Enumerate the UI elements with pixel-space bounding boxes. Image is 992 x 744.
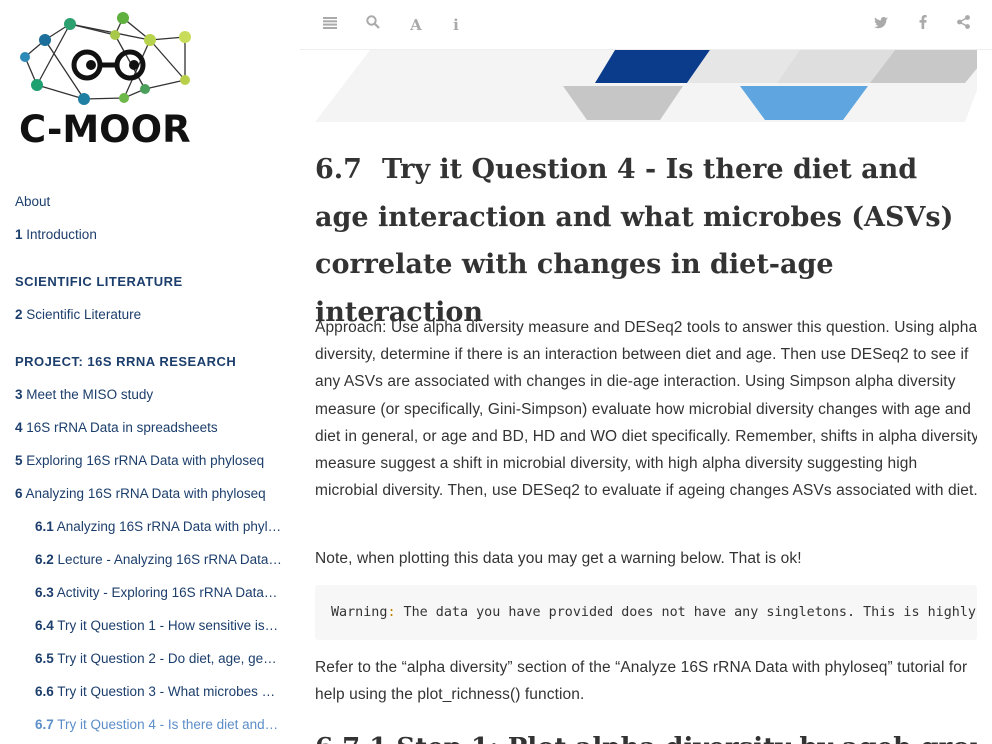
- toc-item-number: 3: [15, 387, 23, 402]
- toc-part-heading: PROJECT: 16S RRNA RESEARCH: [15, 354, 237, 369]
- toc-item-number: 6.5: [35, 651, 54, 666]
- title-text: Try it Question 4 - Is there diet and ag…: [315, 154, 954, 328]
- main-content: 6.7 Try it Question 4 - Is there diet and…: [315, 50, 977, 744]
- toc-item[interactable]: 6.1 Analyzing 16S rRNA Data with phyl…: [15, 517, 287, 550]
- toc-item-label: Try it Question 3 - What microbes …: [57, 684, 276, 699]
- page-title: 6.7 Try it Question 4 - Is there diet and…: [315, 146, 977, 336]
- toc-item-label: Try it Question 4 - Is there diet and…: [57, 717, 279, 732]
- toc-item-label: Exploring 16S rRNA Data with phyloseq: [26, 453, 265, 468]
- toc-item-number: 2: [15, 307, 23, 322]
- toc-item-label: Analyzing 16S rRNA Data with phyl…: [56, 519, 282, 534]
- toc-item-label: Activity - Exploring 16S rRNA Data…: [56, 585, 278, 600]
- toc-item[interactable]: About: [15, 192, 287, 225]
- toc-item-label: Analyzing 16S rRNA Data with phyloseq: [25, 486, 266, 501]
- next-subheading: 6.7.1 Step 1: Plot alpha diversity by ag…: [315, 733, 977, 744]
- code-message: The data you have provided does not have…: [403, 605, 976, 620]
- refer-paragraph: Refer to the “alpha diversity” section o…: [315, 659, 968, 704]
- table-of-contents: About 1 Introduction SCIENTIFIC LITERATURE…: [15, 192, 287, 744]
- note-paragraph: Note, when plotting this data you may ge…: [315, 550, 802, 567]
- toc-item-label: Try it Question 2 - Do diet, age, ge…: [57, 651, 277, 666]
- toc-item-label: Introduction: [26, 227, 97, 242]
- toc-item[interactable]: 2 Scientific Literature: [15, 305, 287, 338]
- logo-text: C-MOOR: [19, 108, 191, 151]
- toc-item[interactable]: 3 Meet the MISO study: [15, 385, 287, 418]
- toc-item[interactable]: 6.5 Try it Question 2 - Do diet, age, ge…: [15, 649, 287, 682]
- toc-item-number: 6.4: [35, 618, 54, 633]
- banner-graphic: [315, 50, 977, 122]
- toc-item-label: Try it Question 1 - How sensitive is…: [57, 618, 279, 633]
- toc-item-number: 6.7: [35, 717, 54, 732]
- info-icon[interactable]: i: [445, 15, 467, 35]
- c-moor-logo[interactable]: C-MOOR: [15, 10, 210, 155]
- toc-item-label: About: [15, 194, 51, 209]
- toc-item-number: 6: [15, 486, 23, 501]
- toc-item-number: 6.3: [35, 585, 54, 600]
- toc-item[interactable]: 1 Introduction: [15, 225, 287, 258]
- toc-item-number: 1: [15, 227, 23, 242]
- toc-item-number: 6.1: [35, 519, 54, 534]
- font-icon[interactable]: A: [405, 15, 427, 35]
- twitter-icon[interactable]: [870, 15, 892, 35]
- toc-item-label: Meet the MISO study: [26, 387, 154, 402]
- toc-item[interactable]: 4 16S rRNA Data in spreadsheets: [15, 418, 287, 451]
- toc-item-label: Scientific Literature: [26, 307, 142, 322]
- approach-paragraph: Approach: Use alpha diversity measure an…: [315, 319, 977, 500]
- toc-item[interactable]: 6.3 Activity - Exploring 16S rRNA Data…: [15, 583, 287, 616]
- menu-icon[interactable]: [319, 15, 341, 35]
- code-colon: :: [387, 605, 396, 620]
- search-icon[interactable]: [362, 15, 384, 35]
- toolbar: A i: [300, 0, 992, 50]
- toc-item-number: 4: [15, 420, 23, 435]
- toc-item[interactable]: 6.6 Try it Question 3 - What microbes …: [15, 682, 287, 715]
- toc-item-label: Lecture - Analyzing 16S rRNA Data…: [57, 552, 282, 567]
- sidebar: C-MOOR About 1 Introduction SCIENTIFIC LIT…: [0, 0, 300, 744]
- toc-item[interactable]: 6.4 Try it Question 1 - How sensitive is…: [15, 616, 287, 649]
- code-block[interactable]: Warning: The data you have provided does…: [315, 585, 977, 640]
- toc-item[interactable]: 5 Exploring 16S rRNA Data with phyloseq: [15, 451, 287, 484]
- code-warning-keyword: Warning: [331, 605, 388, 620]
- facebook-icon[interactable]: [912, 15, 934, 35]
- toc-item-label: 16S rRNA Data in spreadsheets: [26, 420, 218, 435]
- toc-item-active[interactable]: 6.7 Try it Question 4 - Is there diet an…: [15, 715, 287, 744]
- toc-item-number: 5: [15, 453, 23, 468]
- toc-item[interactable]: 6.2 Lecture - Analyzing 16S rRNA Data…: [15, 550, 287, 583]
- toc-item-number: 6.6: [35, 684, 54, 699]
- toc-part-heading: SCIENTIFIC LITERATURE: [15, 274, 183, 289]
- share-icon[interactable]: [952, 15, 974, 35]
- toc-item-number: 6.2: [35, 552, 54, 567]
- toc-item[interactable]: 6 Analyzing 16S rRNA Data with phyloseq: [15, 484, 287, 517]
- section-number: 6.7: [315, 154, 362, 185]
